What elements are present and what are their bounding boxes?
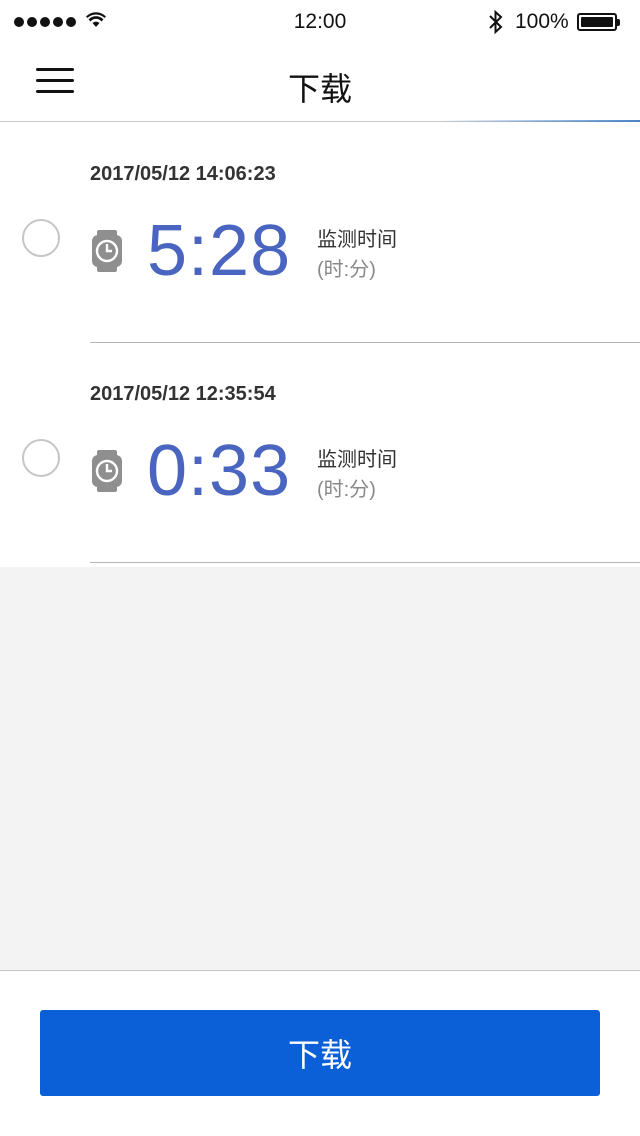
monitor-duration: 5:28	[147, 211, 292, 291]
duration-unit: (时:分)	[317, 259, 376, 281]
battery-icon	[577, 13, 620, 31]
bluetooth-icon	[489, 9, 503, 35]
duration-label: 监测时间	[317, 229, 397, 251]
duration-label: 监测时间	[317, 449, 397, 471]
loading-progress-line	[440, 120, 640, 122]
select-radio[interactable]	[22, 439, 60, 477]
battery-percentage: 100%	[515, 10, 569, 33]
monitor-duration: 0:33	[147, 431, 292, 511]
select-radio[interactable]	[22, 219, 60, 257]
status-bar: 12:00 100%	[0, 0, 640, 44]
record-datetime: 2017/05/12 12:35:54	[90, 383, 276, 405]
duration-unit: (时:分)	[317, 479, 376, 501]
download-button[interactable]: 下载	[40, 1010, 600, 1096]
record-list: 2017/05/12 14:06:23 5:28 监测时间 (时:分) 2017…	[0, 123, 640, 563]
record-item[interactable]: 2017/05/12 12:35:54 0:33 监测时间 (时:分)	[0, 343, 640, 563]
page-title: 下载	[287, 71, 352, 107]
watch-icon	[92, 450, 122, 492]
watch-icon	[92, 230, 122, 272]
empty-area	[0, 567, 640, 971]
divider	[90, 562, 640, 563]
record-datetime: 2017/05/12 14:06:23	[90, 163, 276, 185]
record-item[interactable]: 2017/05/12 14:06:23 5:28 监测时间 (时:分)	[0, 123, 640, 343]
footer: 下载	[0, 972, 640, 1136]
nav-bar: 下载	[0, 44, 640, 122]
